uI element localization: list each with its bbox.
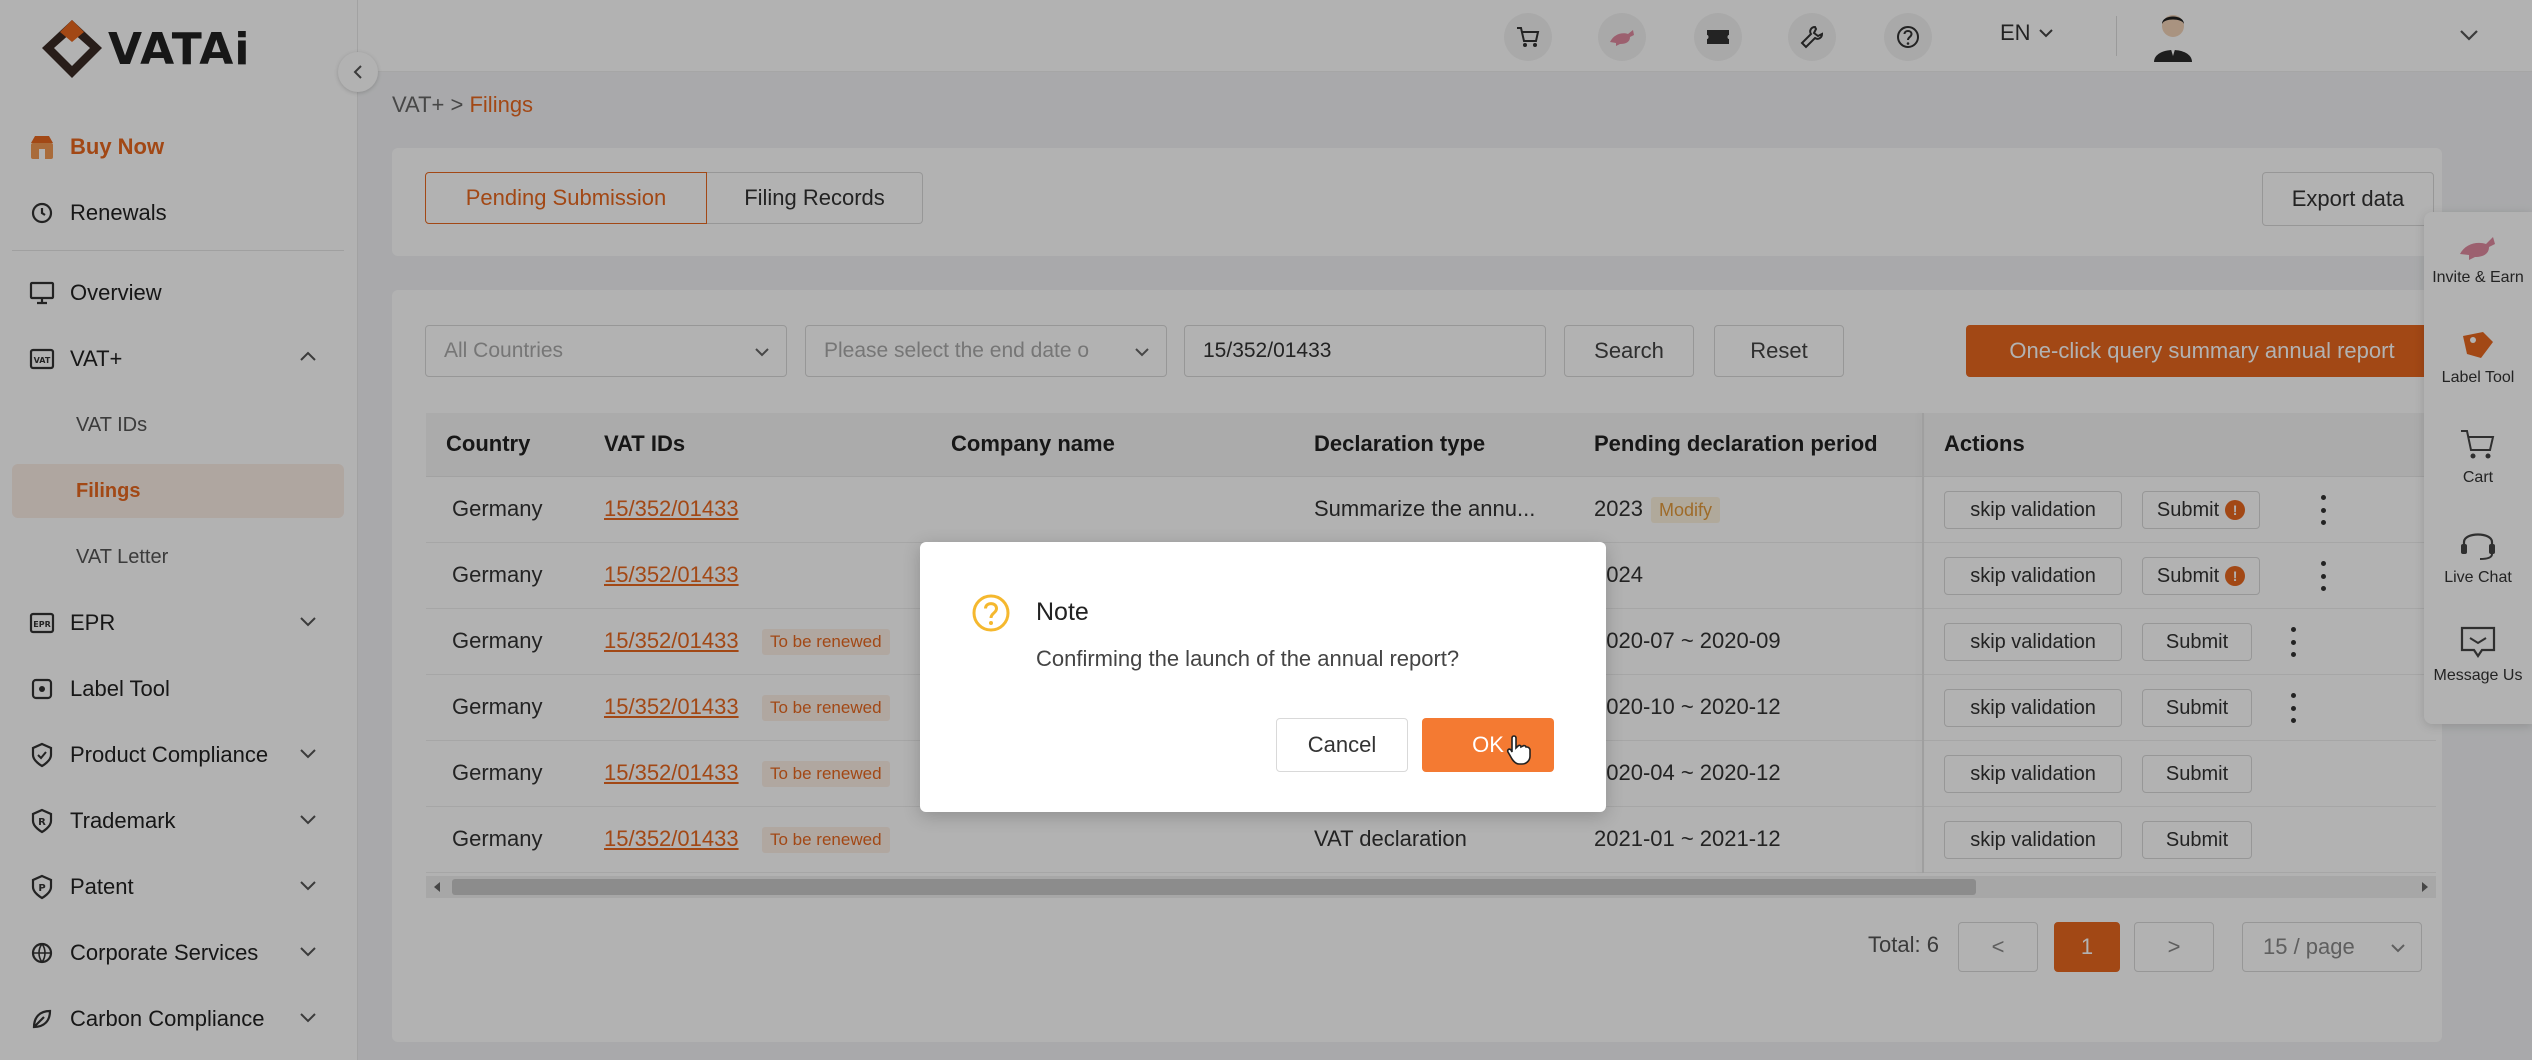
hand-cursor-icon: [1506, 735, 1531, 765]
cancel-button[interactable]: Cancel: [1276, 718, 1408, 772]
dialog-message: Confirming the launch of the annual repo…: [1036, 646, 1460, 671]
confirm-dialog: Note Confirming the launch of the annual…: [920, 542, 1606, 812]
modal-overlay[interactable]: [0, 0, 2532, 1060]
dialog-title: Note: [1036, 598, 1089, 626]
ok-button[interactable]: OK: [1422, 718, 1554, 772]
question-icon: [972, 594, 1010, 632]
